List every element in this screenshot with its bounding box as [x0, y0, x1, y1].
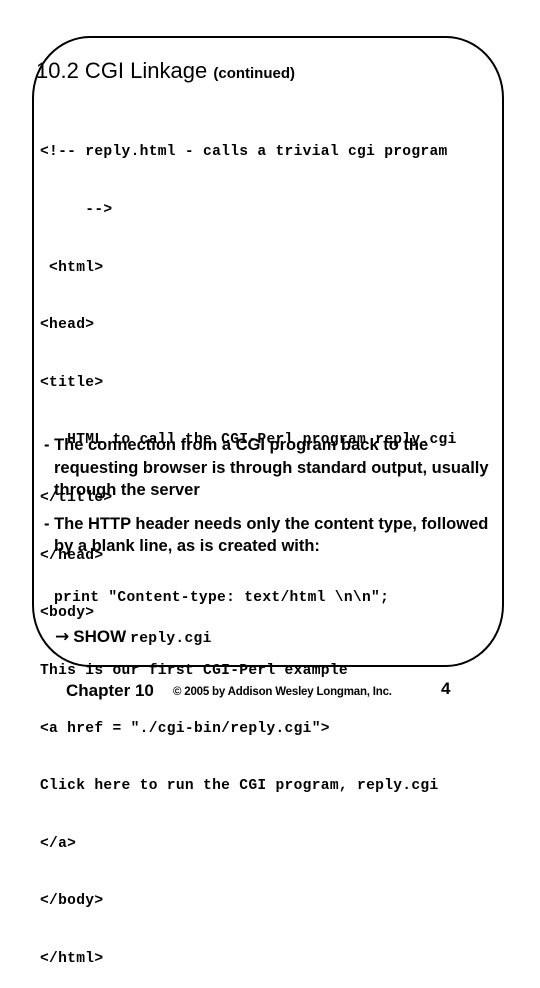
code-line: <head> — [40, 317, 95, 334]
code-line: <!-- reply.html - calls a trivial cgi pr… — [40, 144, 448, 161]
show-line: → SHOW reply.cgi — [55, 627, 212, 647]
show-file: reply.cgi — [130, 631, 212, 647]
code-line: --> — [40, 202, 113, 219]
arrow-right-icon: → — [55, 627, 70, 647]
bullet-item: - The HTTP header needs only the content… — [44, 514, 489, 556]
footer-copyright: © 2005 by Addison Wesley Longman, Inc. — [173, 686, 392, 698]
code-line: <html> — [40, 259, 104, 276]
code-line: This is our first CGI-Perl example — [40, 662, 348, 679]
slide-title: 10.2 CGI Linkage (continued) — [36, 58, 295, 87]
bullet-item: - The connection from a CGI program back… — [44, 436, 489, 499]
show-label: SHOW — [73, 627, 127, 646]
code-line: <body> — [40, 605, 95, 622]
code-line: <a href = "./cgi-bin/reply.cgi"> — [40, 720, 330, 737]
footer-chapter: Chapter 10 — [66, 681, 154, 700]
code-line: <title> — [40, 374, 104, 391]
slide-title-main: 10.2 CGI Linkage — [36, 58, 208, 83]
code-line: </a> — [40, 835, 77, 852]
print-statement: print "Content-type: text/html \n\n"; — [54, 590, 390, 606]
code-line: </body> — [40, 893, 104, 910]
bullet-list: - The connection from a CGI program back… — [44, 434, 494, 569]
code-line: </html> — [40, 950, 104, 967]
code-line: Click here to run the CGI program, reply… — [40, 778, 439, 795]
slide-title-suffix: (continued) — [213, 65, 296, 82]
page-number: 4 — [441, 679, 451, 698]
